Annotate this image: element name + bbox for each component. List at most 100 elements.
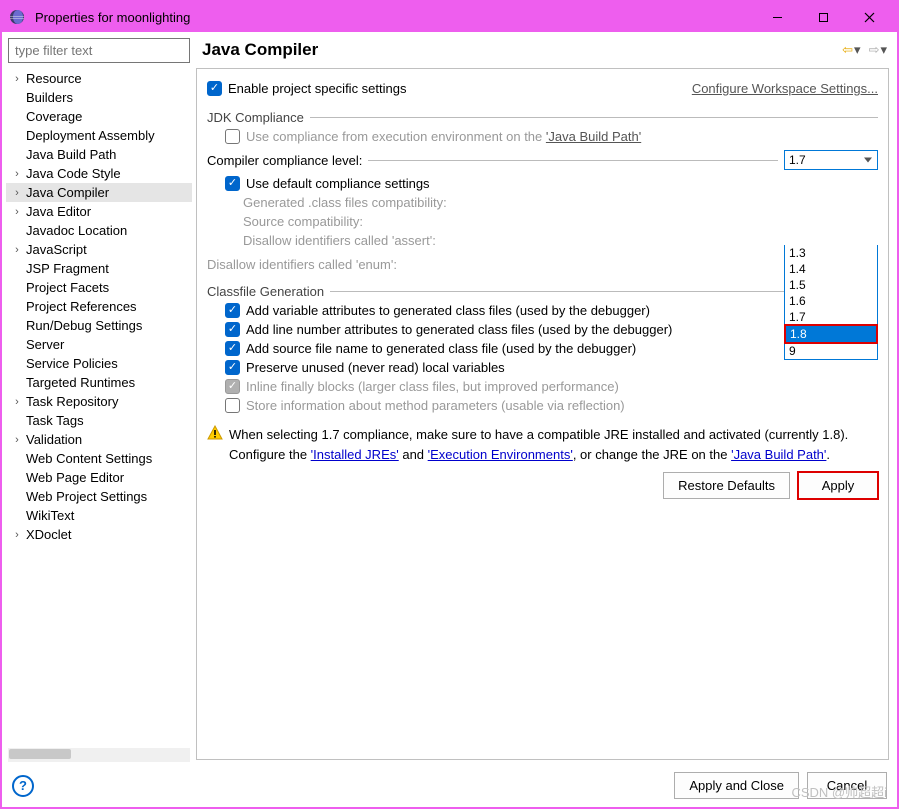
chevron-right-icon: ›	[8, 244, 26, 256]
use-exec-env-checkbox[interactable]	[225, 129, 240, 144]
tree-item-label: Service Policies	[26, 356, 118, 371]
disallow-assert-label: Disallow identifiers called 'assert':	[243, 233, 436, 248]
tree-item-web-page-editor[interactable]: Web Page Editor	[6, 468, 192, 487]
chevron-right-icon: ›	[8, 168, 26, 180]
compliance-option-1-3[interactable]: 1.3	[785, 245, 877, 261]
tree-item-project-references[interactable]: Project References	[6, 297, 192, 316]
gen-class-compat-label: Generated .class files compatibility:	[243, 195, 447, 210]
tree-item-label: Project Facets	[26, 280, 109, 295]
tree-item-wikitext[interactable]: WikiText	[6, 506, 192, 525]
tree-item-label: Java Compiler	[26, 185, 109, 200]
tree-item-java-build-path[interactable]: Java Build Path	[6, 145, 192, 164]
forward-icon[interactable]: ⇨	[869, 42, 880, 58]
tree-item-label: Web Page Editor	[26, 470, 124, 485]
tree-item-server[interactable]: Server	[6, 335, 192, 354]
tree-item-label: Deployment Assembly	[26, 128, 155, 143]
window-title: Properties for moonlighting	[35, 10, 754, 25]
tree-item-task-tags[interactable]: Task Tags	[6, 411, 192, 430]
installed-jres-link[interactable]: 'Installed JREs'	[311, 447, 399, 462]
cf-method-params-label: Store information about method parameter…	[246, 398, 625, 413]
build-path-link[interactable]: 'Java Build Path'	[546, 129, 641, 144]
minimize-button[interactable]	[754, 3, 800, 31]
tree-item-targeted-runtimes[interactable]: Targeted Runtimes	[6, 373, 192, 392]
tree-item-label: Web Content Settings	[26, 451, 152, 466]
apply-close-button[interactable]: Apply and Close	[674, 772, 799, 799]
tree-item-java-code-style[interactable]: ›Java Code Style	[6, 164, 192, 183]
jdk-group-title: JDK Compliance	[207, 110, 304, 125]
scrollbar[interactable]	[8, 748, 190, 762]
cf-line-num-checkbox[interactable]: ✓	[225, 322, 240, 337]
forward-menu[interactable]: ▾	[880, 42, 887, 58]
disallow-enum-label: Disallow identifiers called 'enum':	[207, 257, 397, 272]
tree-item-jsp-fragment[interactable]: JSP Fragment	[6, 259, 192, 278]
build-path-link-2[interactable]: 'Java Build Path'	[731, 447, 826, 462]
tree-item-java-compiler[interactable]: ›Java Compiler	[6, 183, 192, 202]
cf-preserve-unused-label: Preserve unused (never read) local varia…	[246, 360, 505, 375]
apply-button[interactable]: Apply	[798, 472, 878, 499]
tree-item-label: WikiText	[26, 508, 74, 523]
tree-item-web-project-settings[interactable]: Web Project Settings	[6, 487, 192, 506]
tree-item-label: Validation	[26, 432, 82, 447]
tree-item-label: Javadoc Location	[26, 223, 127, 238]
tree-item-run-debug-settings[interactable]: Run/Debug Settings	[6, 316, 192, 335]
tree-item-project-facets[interactable]: Project Facets	[6, 278, 192, 297]
compliance-option-9[interactable]: 9	[785, 343, 877, 359]
configure-workspace-link[interactable]: Configure Workspace Settings...	[692, 81, 878, 96]
restore-defaults-button[interactable]: Restore Defaults	[663, 472, 790, 499]
compliance-option-1-8[interactable]: 1.8	[784, 324, 878, 344]
page-title: Java Compiler	[202, 40, 842, 60]
cf-inline-finally-label: Inline finally blocks (larger class file…	[246, 379, 619, 394]
tree-item-label: Web Project Settings	[26, 489, 147, 504]
tree-item-javadoc-location[interactable]: Javadoc Location	[6, 221, 192, 240]
cf-method-params-checkbox[interactable]	[225, 398, 240, 413]
chevron-right-icon: ›	[8, 187, 26, 199]
tree-item-coverage[interactable]: Coverage	[6, 107, 192, 126]
sidebar: ›ResourceBuilders Coverage Deployment Asse…	[6, 36, 192, 764]
tree-item-service-policies[interactable]: Service Policies	[6, 354, 192, 373]
enable-specific-label: Enable project specific settings	[228, 81, 406, 96]
compliance-option-1-4[interactable]: 1.4	[785, 261, 877, 277]
tree-item-deployment-assembly[interactable]: Deployment Assembly	[6, 126, 192, 145]
compliance-dropdown[interactable]: 1.31.41.51.61.71.89	[784, 245, 878, 360]
tree-item-task-repository[interactable]: ›Task Repository	[6, 392, 192, 411]
warning-icon	[207, 425, 223, 441]
tree-item-label: Project References	[26, 299, 137, 314]
use-default-checkbox[interactable]: ✓	[225, 176, 240, 191]
filter-input[interactable]	[8, 38, 190, 63]
tree-item-builders[interactable]: Builders	[6, 88, 192, 107]
tree[interactable]: ›ResourceBuilders Coverage Deployment Asse…	[6, 67, 192, 748]
tree-item-resource[interactable]: ›Resource	[6, 69, 192, 88]
compliance-option-1-7[interactable]: 1.7	[785, 309, 877, 325]
close-button[interactable]	[846, 3, 892, 31]
warning-text: When selecting 1.7 compliance, make sure…	[229, 425, 878, 464]
compliance-option-1-6[interactable]: 1.6	[785, 293, 877, 309]
back-menu[interactable]: ▾	[854, 42, 861, 58]
cancel-button[interactable]: Cancel	[807, 772, 887, 799]
tree-item-web-content-settings[interactable]: Web Content Settings	[6, 449, 192, 468]
maximize-button[interactable]	[800, 3, 846, 31]
exec-env-link[interactable]: 'Execution Environments'	[428, 447, 573, 462]
help-button[interactable]: ?	[12, 775, 34, 797]
cf-var-attr-checkbox[interactable]: ✓	[225, 303, 240, 318]
compliance-level-select[interactable]: 1.7	[784, 150, 878, 170]
tree-item-xdoclet[interactable]: ›XDoclet	[6, 525, 192, 544]
cf-preserve-unused-checkbox[interactable]: ✓	[225, 360, 240, 375]
tree-item-label: Server	[26, 337, 64, 352]
back-icon[interactable]: ⇦	[842, 42, 853, 58]
classfile-group-title: Classfile Generation	[207, 284, 324, 299]
tree-item-label: Targeted Runtimes	[26, 375, 135, 390]
cf-var-attr-label: Add variable attributes to generated cla…	[246, 303, 650, 318]
chevron-right-icon: ›	[8, 73, 26, 85]
tree-item-label: Run/Debug Settings	[26, 318, 142, 333]
tree-item-validation[interactable]: ›Validation	[6, 430, 192, 449]
use-exec-env-label: Use compliance from execution environmen…	[246, 129, 641, 144]
compliance-option-1-5[interactable]: 1.5	[785, 277, 877, 293]
tree-item-label: Coverage	[26, 109, 82, 124]
enable-specific-checkbox[interactable]: ✓	[207, 81, 222, 96]
tree-item-java-editor[interactable]: ›Java Editor	[6, 202, 192, 221]
cf-line-num-label: Add line number attributes to generated …	[246, 322, 672, 337]
chevron-right-icon: ›	[8, 396, 26, 408]
tree-item-label: JavaScript	[26, 242, 87, 257]
tree-item-javascript[interactable]: ›JavaScript	[6, 240, 192, 259]
cf-source-name-checkbox[interactable]: ✓	[225, 341, 240, 356]
